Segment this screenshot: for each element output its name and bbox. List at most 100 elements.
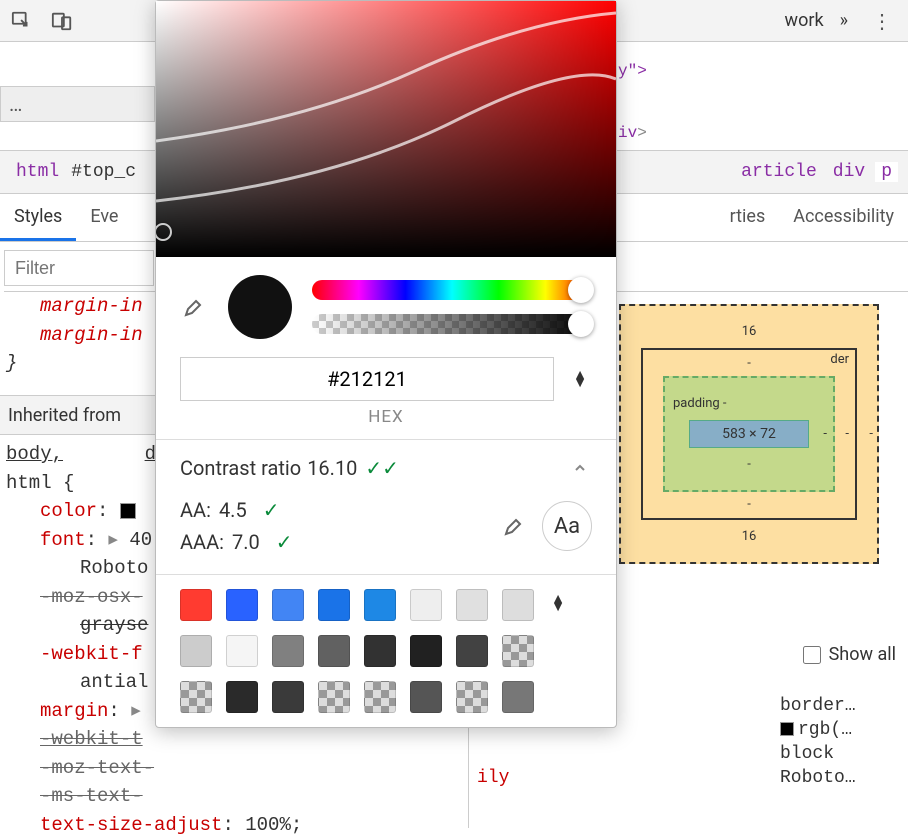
prop-webkit-text[interactable]: -webkit-t bbox=[6, 725, 466, 754]
margin-right-value: - bbox=[869, 427, 873, 442]
expand-icon[interactable]: ▸ bbox=[108, 529, 118, 551]
border-top-value: - bbox=[747, 356, 751, 371]
crumb-div[interactable]: div bbox=[827, 162, 871, 182]
hue-slider[interactable] bbox=[312, 280, 592, 300]
palette-swatch[interactable] bbox=[180, 635, 212, 667]
background-eyedropper-icon[interactable] bbox=[500, 512, 528, 540]
ellipsis-text: … bbox=[9, 92, 22, 116]
color-spectrum[interactable] bbox=[156, 1, 616, 257]
computed-val-3: block bbox=[780, 744, 900, 764]
palette-swatch[interactable] bbox=[456, 681, 488, 713]
check-icon: ✓✓ bbox=[365, 456, 399, 480]
palette-swatch[interactable] bbox=[364, 681, 396, 713]
palette-swatch[interactable] bbox=[180, 589, 212, 621]
check-icon: ✓ bbox=[276, 526, 293, 558]
tabs-overflow-icon[interactable]: » bbox=[840, 10, 848, 31]
collapse-contrast-icon[interactable] bbox=[568, 456, 592, 480]
tab-event-listeners[interactable]: Eve bbox=[76, 194, 132, 241]
palette-swatch[interactable] bbox=[318, 635, 350, 667]
palette-swatch[interactable] bbox=[364, 589, 396, 621]
more-options-icon[interactable]: ⋮ bbox=[864, 9, 900, 33]
aa-value: 4.5 bbox=[219, 494, 247, 526]
dom-close: > bbox=[637, 124, 647, 142]
hex-label: HEX bbox=[180, 407, 592, 427]
palette-swatch[interactable] bbox=[318, 589, 350, 621]
dom-attr-fragment: y"> bbox=[618, 62, 647, 80]
selector-html[interactable]: html { bbox=[6, 472, 74, 494]
hue-thumb[interactable] bbox=[568, 277, 594, 303]
palette-swatch[interactable] bbox=[502, 681, 534, 713]
crumb-top[interactable]: #top_c bbox=[65, 162, 142, 182]
prop-color[interactable]: color bbox=[40, 500, 97, 522]
crumb-p[interactable]: p bbox=[875, 162, 898, 182]
dom-collapsed-indicator[interactable]: … bbox=[0, 86, 155, 122]
crumb-html[interactable]: html bbox=[10, 162, 65, 182]
prop-webkit-font[interactable]: -webkit-f bbox=[40, 643, 143, 665]
eyedropper-icon[interactable] bbox=[180, 293, 208, 321]
palette-swatch[interactable] bbox=[502, 635, 534, 667]
tab-network-partial[interactable]: work bbox=[785, 10, 824, 31]
crumb-article[interactable]: article bbox=[735, 162, 823, 182]
palette-swatch[interactable] bbox=[502, 589, 534, 621]
color-swatch-icon bbox=[780, 722, 794, 736]
palette-swatch[interactable] bbox=[272, 635, 304, 667]
contrast-ratio-value: 16.10 bbox=[307, 456, 357, 480]
palette-swatch[interactable] bbox=[410, 589, 442, 621]
palette-switcher-icon[interactable]: ▲▼ bbox=[548, 595, 568, 612]
box-content-size: 583 × 72 bbox=[722, 426, 776, 442]
palette-swatch[interactable] bbox=[410, 635, 442, 667]
computed-val-4: Roboto… bbox=[780, 768, 900, 788]
palette-swatch[interactable] bbox=[364, 635, 396, 667]
box-model-diagram[interactable]: 583 × 72 16 16 - - - - der padding - - - bbox=[619, 304, 879, 564]
prop-moz-text[interactable]: -moz-text- bbox=[6, 754, 466, 783]
computed-prop-4[interactable]: ily bbox=[477, 768, 780, 788]
color-palette-section: ▲▼ bbox=[156, 574, 616, 727]
palette-swatch[interactable] bbox=[226, 635, 258, 667]
tab-styles[interactable]: Styles bbox=[0, 194, 76, 241]
color-swatch-icon[interactable] bbox=[120, 503, 136, 519]
border-right-value: - bbox=[845, 427, 849, 442]
palette-swatch[interactable] bbox=[272, 681, 304, 713]
show-all-checkbox[interactable] bbox=[803, 646, 821, 664]
margin-bottom-value: 16 bbox=[742, 529, 757, 544]
check-icon: ✓ bbox=[263, 494, 280, 526]
computed-prop-3[interactable] bbox=[477, 744, 780, 764]
palette-swatch[interactable] bbox=[272, 589, 304, 621]
border-label: der bbox=[830, 352, 849, 367]
tab-properties[interactable]: rties bbox=[716, 194, 780, 241]
alpha-thumb[interactable] bbox=[568, 311, 594, 337]
prop-ms-text[interactable]: -ms-text- bbox=[6, 782, 466, 811]
contrast-ratio-section: Contrast ratio 16.10 ✓✓ AA: 4.5 ✓ AAA: 7… bbox=[156, 439, 616, 574]
styles-filter-input[interactable] bbox=[4, 250, 154, 286]
prop-margin[interactable]: margin bbox=[40, 700, 108, 722]
tab-accessibility[interactable]: Accessibility bbox=[779, 194, 908, 241]
color-preview-swatch bbox=[228, 275, 292, 339]
padding-label: padding - bbox=[673, 396, 727, 411]
palette-swatch[interactable] bbox=[456, 589, 488, 621]
padding-bottom-value: - bbox=[747, 457, 751, 472]
palette-swatch[interactable] bbox=[226, 589, 258, 621]
palette-swatch[interactable] bbox=[318, 681, 350, 713]
alpha-slider[interactable] bbox=[312, 314, 592, 334]
palette-swatch[interactable] bbox=[180, 681, 212, 713]
aaa-label: AAA: bbox=[180, 526, 224, 558]
computed-val-1: border… bbox=[780, 696, 900, 716]
expand-icon-2[interactable]: ▸ bbox=[131, 700, 141, 722]
val-100pct[interactable]: 100%; bbox=[245, 814, 302, 836]
show-all-toggle[interactable]: Show all bbox=[803, 644, 896, 665]
palette-swatch[interactable] bbox=[456, 635, 488, 667]
palette-swatch[interactable] bbox=[410, 681, 442, 713]
color-format-toggle[interactable]: ▲▼ bbox=[568, 371, 592, 388]
selector-body[interactable]: body, bbox=[6, 443, 63, 465]
dom-tag-fragment: iv bbox=[618, 124, 637, 142]
palette-swatch[interactable] bbox=[226, 681, 258, 713]
prop-text-size-adjust[interactable]: text-size-adjust bbox=[40, 814, 222, 836]
inspect-element-icon[interactable] bbox=[8, 7, 36, 35]
show-all-label: Show all bbox=[829, 644, 896, 665]
hex-input[interactable] bbox=[180, 357, 554, 401]
computed-val-2: rgb(… bbox=[780, 720, 900, 740]
font-value[interactable]: 40 bbox=[129, 529, 152, 551]
device-mode-icon[interactable] bbox=[48, 7, 76, 35]
prop-font[interactable]: font bbox=[40, 529, 86, 551]
brace-close: } bbox=[6, 352, 17, 374]
